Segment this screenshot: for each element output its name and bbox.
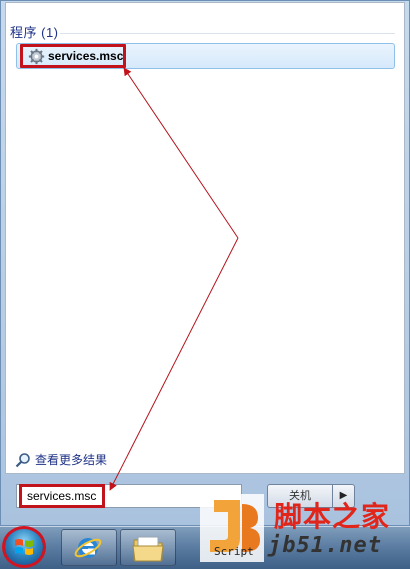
- results-group-heading: 程序 (1): [10, 25, 59, 40]
- watermark-text: 脚本之家: [274, 500, 391, 533]
- watermark-domain: jb51.net: [268, 533, 382, 558]
- search-highlight-box: [19, 484, 105, 508]
- watermark-logo-caption: Script: [214, 545, 254, 558]
- windows-explorer-icon: [132, 536, 164, 562]
- search-results-pane: [5, 2, 405, 474]
- see-more-label: 查看更多结果: [35, 453, 108, 467]
- see-more-results-link[interactable]: 查看更多结果: [15, 451, 107, 468]
- heading-divider: [60, 33, 395, 34]
- magnifier-icon: [15, 452, 30, 467]
- internet-explorer-icon: [74, 538, 102, 558]
- start-button-highlight: [2, 526, 46, 568]
- result-highlight-box: [20, 44, 126, 68]
